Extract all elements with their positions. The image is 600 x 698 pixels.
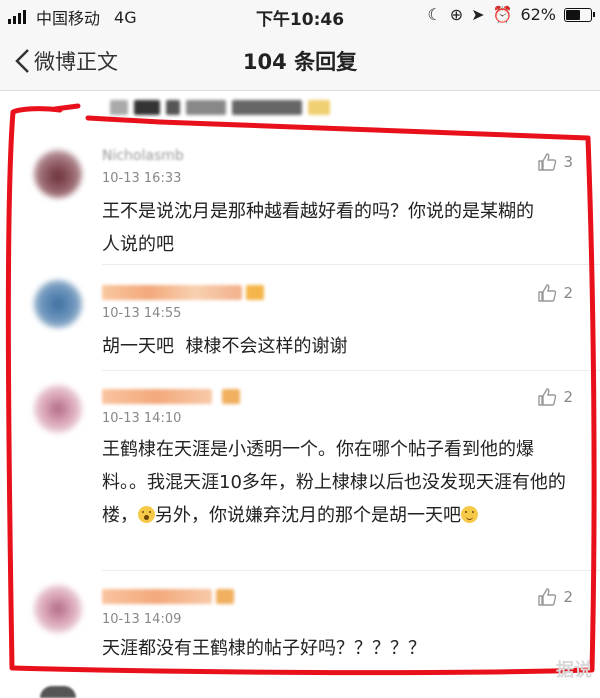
status-right: ☾ ⊕ ➤ ⏰ 62% <box>427 5 595 24</box>
comment-time: 10-13 14:55 <box>102 306 182 321</box>
avatar[interactable] <box>34 585 82 633</box>
like-count: 2 <box>563 388 573 406</box>
comment-text: 胡一天吧 棣棣不会这样的谢谢 <box>102 336 348 357</box>
page-title: 104 条回复 <box>242 50 358 74</box>
like-button[interactable]: 2 <box>537 587 573 607</box>
rotation-lock-icon: ⊕ <box>449 5 464 24</box>
location-icon: ➤ <box>471 5 485 24</box>
moon-icon: ☾ <box>427 5 442 24</box>
thumbs-up-icon <box>538 588 557 606</box>
alarm-icon: ⏰ <box>492 5 513 24</box>
username[interactable]: Nicholasmb <box>102 146 184 166</box>
divider <box>102 264 600 265</box>
surprised-emoji-icon <box>138 506 155 523</box>
avatar[interactable] <box>34 280 82 328</box>
watermark: 据说 <box>556 660 592 681</box>
like-button[interactable]: 3 <box>537 152 573 172</box>
smile-emoji-icon <box>461 506 478 523</box>
avatar[interactable] <box>34 150 82 198</box>
like-count: 3 <box>563 153 573 171</box>
like-count: 2 <box>563 588 573 606</box>
comment-time: 10-13 16:33 <box>102 171 182 186</box>
nav-bar: 微博正文 104 条回复 <box>0 32 600 91</box>
comment-text: 王不是说沈月是那种越看越好看的吗？你说的是某糊的人说的吧 <box>102 201 534 255</box>
like-button[interactable]: 2 <box>537 283 573 303</box>
like-count: 2 <box>563 284 573 302</box>
comment-time: 10-13 14:09 <box>102 612 182 627</box>
blurred-header-line <box>110 98 330 116</box>
battery-icon <box>564 7 595 22</box>
avatar[interactable] <box>34 385 82 433</box>
thumbs-up-icon <box>538 153 557 171</box>
divider <box>102 570 600 571</box>
username-blurred[interactable] <box>102 386 240 406</box>
avatar-partial <box>40 686 76 698</box>
like-button[interactable]: 2 <box>537 387 573 407</box>
username-blurred[interactable] <box>102 282 264 302</box>
battery-label: 62% <box>520 5 556 24</box>
status-bar: 中国移动 4G 下午10:46 ☾ ⊕ ➤ ⏰ 62% <box>0 0 600 32</box>
comment-text: 王鹤棣在天涯是小透明一个。你在哪个帖子看到他的爆料。。我混天涯10多年，粉上棣棣… <box>102 439 566 526</box>
divider <box>102 370 600 371</box>
comment-text: 天涯都没有王鹤棣的帖子好吗？？？？？ <box>102 638 426 659</box>
battery-fill <box>566 9 580 20</box>
username-blurred[interactable] <box>102 586 234 606</box>
thumbs-up-icon <box>538 284 557 302</box>
thumbs-up-icon <box>538 388 557 406</box>
comment-time: 10-13 14:10 <box>102 411 182 426</box>
